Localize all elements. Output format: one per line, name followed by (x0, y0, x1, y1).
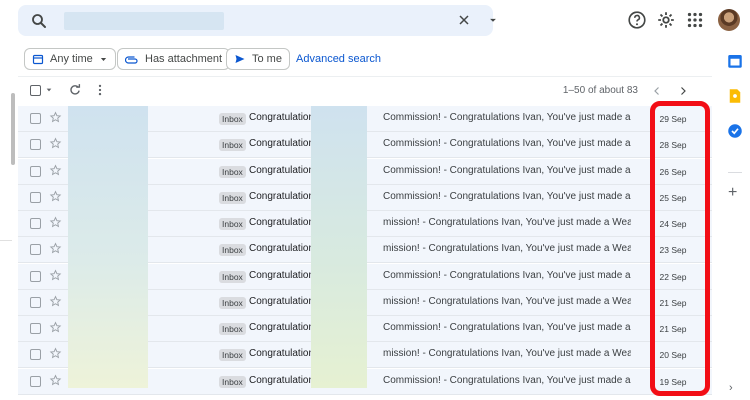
advanced-search-link[interactable]: Advanced search (296, 53, 381, 65)
top-bar (0, 0, 750, 42)
inbox-label: Inbox (219, 244, 246, 257)
row-checkbox[interactable] (30, 296, 41, 308)
inbox-label: Inbox (219, 218, 246, 230)
row-checkbox[interactable] (30, 113, 41, 124)
star-icon[interactable] (49, 374, 62, 387)
left-divider (0, 240, 12, 241)
subject-snippet: mission! - Congratulations Ivan, You've … (383, 295, 631, 307)
subject-snippet: mission! - Congratulations Ivan, You've … (383, 348, 631, 360)
row-checkbox[interactable] (30, 191, 41, 203)
select-all-checkbox[interactable] (30, 85, 41, 96)
subject-snippet: mission! - Congratulations Ivan, You've … (383, 217, 631, 228)
inbox-label: Inbox (219, 139, 246, 152)
subject-redaction (311, 106, 367, 388)
subject-snippet: Commission! - Congratulations Ivan, You'… (383, 112, 631, 123)
list-toolbar: 1–50 of about 83 (18, 80, 712, 102)
gear-icon[interactable] (655, 9, 677, 31)
more-vertical-icon[interactable] (96, 83, 104, 97)
attachment-icon (125, 56, 138, 64)
row-checkbox[interactable] (30, 139, 41, 151)
subject-snippet: Commission! - Congratulations Ivan, You'… (383, 138, 631, 150)
avatar[interactable] (718, 9, 740, 31)
to-me-filter[interactable]: To me (226, 48, 290, 70)
star-icon[interactable] (49, 216, 62, 229)
has-attachment-label: Has attachment (145, 53, 223, 65)
inbox-label: Inbox (219, 191, 246, 204)
subject-snippet: Commission! - Congratulations Ivan, You'… (383, 322, 631, 333)
side-panel-expand-icon[interactable]: › (729, 382, 733, 394)
star-icon[interactable] (49, 190, 62, 203)
star-icon[interactable] (49, 164, 62, 177)
row-checkbox[interactable] (30, 218, 41, 229)
inbox-label: Inbox (219, 296, 246, 309)
row-checkbox[interactable] (30, 244, 41, 256)
help-icon[interactable] (626, 9, 648, 31)
search-icon[interactable] (30, 12, 48, 30)
search-bar[interactable] (18, 5, 496, 36)
row-checkbox[interactable] (30, 349, 41, 361)
close-icon[interactable] (456, 11, 472, 29)
refresh-icon[interactable] (68, 83, 82, 97)
date-column-highlight (650, 101, 710, 396)
subject-snippet: mission! - Congratulations Ivan, You've … (383, 243, 631, 255)
to-me-label: To me (252, 53, 282, 65)
inbox-label: Inbox (219, 165, 246, 178)
left-scrollbar[interactable] (11, 93, 15, 165)
subject-snippet: Commission! - Congratulations Ivan, You'… (383, 190, 631, 202)
row-checkbox[interactable] (30, 323, 41, 334)
select-menu-caret-icon[interactable] (45, 86, 53, 94)
chevron-right-icon[interactable] (677, 85, 689, 97)
subject-snippet: Commission! - Congratulations Ivan, You'… (383, 374, 631, 386)
apps-grid-icon[interactable] (684, 9, 706, 31)
inbox-label: Inbox (219, 113, 246, 125)
calendar-icon[interactable] (726, 52, 744, 70)
star-icon[interactable] (49, 321, 62, 334)
row-checkbox[interactable] (30, 270, 41, 282)
tasks-icon[interactable] (726, 122, 744, 140)
subject-snippet: Commission! - Congratulations Ivan, You'… (383, 164, 631, 176)
has-attachment-filter[interactable]: Has attachment (117, 48, 231, 70)
search-filters: Any time Has attachment To me Advanced s… (0, 45, 720, 71)
star-icon[interactable] (49, 295, 62, 308)
pagination-count: 1–50 of about 83 (562, 85, 638, 96)
row-checkbox[interactable] (30, 165, 41, 177)
side-panel: + › (720, 44, 750, 400)
star-icon[interactable] (49, 347, 62, 360)
calendar-small-icon (32, 54, 44, 65)
search-input[interactable] (64, 12, 224, 30)
star-icon[interactable] (49, 242, 62, 255)
inbox-label: Inbox (219, 375, 246, 388)
inbox-label: Inbox (219, 349, 246, 362)
chevron-left-icon[interactable] (651, 85, 663, 97)
caret-down-icon[interactable] (486, 13, 500, 27)
keep-icon[interactable] (726, 87, 744, 105)
any-time-filter[interactable]: Any time (24, 48, 116, 70)
inbox-label: Inbox (219, 323, 246, 335)
subject-snippet: Commission! - Congratulations Ivan, You'… (383, 269, 631, 281)
inbox-label: Inbox (219, 270, 246, 283)
any-time-label: Any time (50, 53, 93, 65)
star-icon[interactable] (49, 269, 62, 282)
star-icon[interactable] (49, 137, 62, 150)
row-checkbox[interactable] (30, 375, 41, 387)
send-icon (235, 55, 245, 63)
toolbar-divider (18, 76, 712, 77)
sender-redaction (68, 106, 148, 388)
caret-down-icon (100, 57, 106, 61)
add-addon-icon[interactable]: + (728, 184, 737, 202)
star-icon[interactable] (49, 111, 62, 124)
side-panel-divider (728, 172, 742, 173)
